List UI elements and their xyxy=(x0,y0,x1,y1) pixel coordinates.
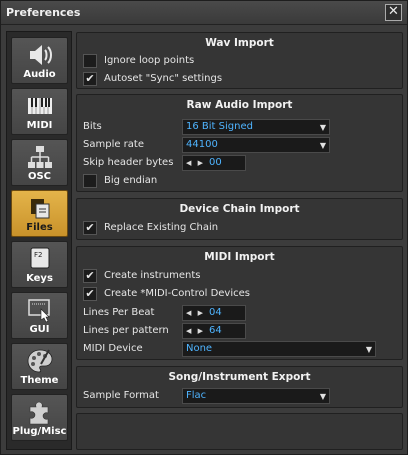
sidebar-item-label: Theme xyxy=(20,375,59,386)
sidebar-item-theme[interactable]: Theme xyxy=(11,343,68,390)
ignore-loop-points-option[interactable]: Ignore loop points xyxy=(83,53,383,69)
sidebar-item-label: MIDI xyxy=(26,120,53,131)
raw-audio-import-panel: Raw Audio Import Bits 16 Bit Signed ▼ Sa… xyxy=(76,94,403,192)
panel-title: Song/Instrument Export xyxy=(168,371,311,383)
skip-header-value: 00 xyxy=(209,157,222,168)
create-instruments-label: Create instruments xyxy=(104,270,201,281)
close-icon[interactable]: ✕ xyxy=(388,4,399,19)
create-instruments-option[interactable]: ✔ Create instruments xyxy=(83,268,383,284)
title-bar[interactable]: Preferences ✕ xyxy=(1,1,407,25)
sample-format-dropdown[interactable]: Flac ▼ xyxy=(182,388,330,404)
sidebar-item-files[interactable]: Files xyxy=(11,190,68,237)
lines-per-pattern-row: Lines per pattern ◀ ▶ 64 xyxy=(83,323,393,339)
skip-header-label: Skip header bytes xyxy=(83,157,174,168)
skip-header-row: Skip header bytes ◀ ▶ 00 xyxy=(83,155,393,171)
lines-per-pattern-label: Lines per pattern xyxy=(83,325,169,336)
midi-device-label: MIDI Device xyxy=(83,343,143,354)
midi-import-panel: MIDI Import ✔ Create instruments ✔ Creat… xyxy=(76,246,403,360)
replace-existing-chain-checkbox[interactable]: ✔ xyxy=(83,221,97,235)
sidebar-item-plug-misc[interactable]: Plug/Misc xyxy=(11,394,68,441)
lines-per-beat-row: Lines Per Beat ◀ ▶ 04 xyxy=(83,305,393,321)
speaker-icon xyxy=(30,45,52,65)
create-midi-control-label: Create *MIDI-Control Devices xyxy=(104,288,250,299)
big-endian-option[interactable]: Big endian xyxy=(83,173,383,189)
panel-title: MIDI Import xyxy=(204,251,275,263)
svg-text:F2: F2 xyxy=(34,251,42,259)
lines-per-pattern-value: 64 xyxy=(209,325,222,336)
files-icon xyxy=(31,199,50,219)
close-button[interactable]: ✕ xyxy=(385,4,402,21)
sidebar-item-label: Plug/Misc xyxy=(12,426,67,437)
sample-rate-row: Sample rate 44100 ▼ xyxy=(83,137,393,153)
panel-title: Wav Import xyxy=(205,37,274,49)
keyboard-icon xyxy=(28,98,52,114)
sample-format-value: Flac xyxy=(186,390,207,401)
network-icon xyxy=(28,146,52,168)
lines-per-beat-label: Lines Per Beat xyxy=(83,307,155,318)
bits-dropdown[interactable]: 16 Bit Signed ▼ xyxy=(182,119,330,135)
gui-window-icon xyxy=(28,299,50,323)
skip-header-spinner[interactable]: ◀ ▶ 00 xyxy=(182,155,246,171)
lines-per-beat-spinner[interactable]: ◀ ▶ 04 xyxy=(182,305,246,321)
create-instruments-checkbox[interactable]: ✔ xyxy=(83,269,97,283)
chevron-down-icon: ▼ xyxy=(319,392,326,401)
sidebar-item-label: GUI xyxy=(29,324,50,335)
create-midi-control-checkbox[interactable]: ✔ xyxy=(83,287,97,301)
sample-format-label: Sample Format xyxy=(83,390,159,401)
big-endian-label: Big endian xyxy=(104,175,158,186)
sidebar-item-osc[interactable]: OSC xyxy=(11,139,68,186)
sidebar: Audio MIDI OSC Files F2 Keys GUI Theme P xyxy=(6,31,72,450)
sample-rate-dropdown[interactable]: 44100 ▼ xyxy=(182,137,330,153)
panel-title: Device Chain Import xyxy=(179,203,300,215)
big-endian-checkbox[interactable] xyxy=(83,174,97,188)
replace-existing-chain-option[interactable]: ✔ Replace Existing Chain xyxy=(83,220,383,236)
key-icon: F2 xyxy=(30,247,50,269)
replace-existing-chain-label: Replace Existing Chain xyxy=(104,222,219,233)
window-title: Preferences xyxy=(6,6,81,19)
sidebar-item-audio[interactable]: Audio xyxy=(11,37,68,84)
autoset-sync-label: Autoset "Sync" settings xyxy=(104,73,223,84)
sample-rate-label: Sample rate xyxy=(83,139,144,150)
sidebar-item-gui[interactable]: GUI xyxy=(11,292,68,339)
preferences-window: Preferences ✕ Audio MIDI OSC Files F2 Ke… xyxy=(0,0,408,455)
sidebar-item-label: Files xyxy=(26,222,53,233)
ignore-loop-points-label: Ignore loop points xyxy=(104,55,195,66)
spin-arrows-icon[interactable]: ◀ ▶ xyxy=(186,156,205,170)
sidebar-item-keys[interactable]: F2 Keys xyxy=(11,241,68,288)
device-chain-import-panel: Device Chain Import ✔ Replace Existing C… xyxy=(76,198,403,240)
midi-device-row: MIDI Device None ▼ xyxy=(83,341,393,357)
bits-row: Bits 16 Bit Signed ▼ xyxy=(83,119,393,135)
chevron-down-icon: ▼ xyxy=(319,123,326,132)
ignore-loop-points-checkbox[interactable] xyxy=(83,54,97,68)
puzzle-icon xyxy=(29,401,49,425)
autoset-sync-option[interactable]: ✔ Autoset "Sync" settings xyxy=(83,71,383,87)
sidebar-item-midi[interactable]: MIDI xyxy=(11,88,68,135)
lines-per-beat-value: 04 xyxy=(209,307,222,318)
empty-panel xyxy=(76,413,403,450)
bits-label: Bits xyxy=(83,121,102,132)
chevron-down-icon: ▼ xyxy=(319,141,326,150)
palette-icon xyxy=(27,349,53,373)
midi-device-value: None xyxy=(186,343,213,354)
create-midi-control-option[interactable]: ✔ Create *MIDI-Control Devices xyxy=(83,286,383,302)
wav-import-panel: Wav Import Ignore loop points ✔ Autoset … xyxy=(76,32,403,89)
autoset-sync-checkbox[interactable]: ✔ xyxy=(83,72,97,86)
sidebar-item-label: OSC xyxy=(27,171,52,182)
spin-arrows-icon[interactable]: ◀ ▶ xyxy=(186,306,205,320)
sample-format-row: Sample Format Flac ▼ xyxy=(83,388,393,404)
lines-per-pattern-spinner[interactable]: ◀ ▶ 64 xyxy=(182,323,246,339)
chevron-down-icon: ▼ xyxy=(365,345,372,354)
midi-device-dropdown[interactable]: None ▼ xyxy=(182,341,376,357)
panel-title: Raw Audio Import xyxy=(186,99,293,111)
sidebar-item-label: Audio xyxy=(23,69,56,80)
sidebar-item-label: Keys xyxy=(26,273,53,284)
sample-rate-value: 44100 xyxy=(186,139,218,150)
song-export-panel: Song/Instrument Export Sample Format Fla… xyxy=(76,366,403,408)
bits-value: 16 Bit Signed xyxy=(186,121,253,132)
spin-arrows-icon[interactable]: ◀ ▶ xyxy=(186,324,205,338)
